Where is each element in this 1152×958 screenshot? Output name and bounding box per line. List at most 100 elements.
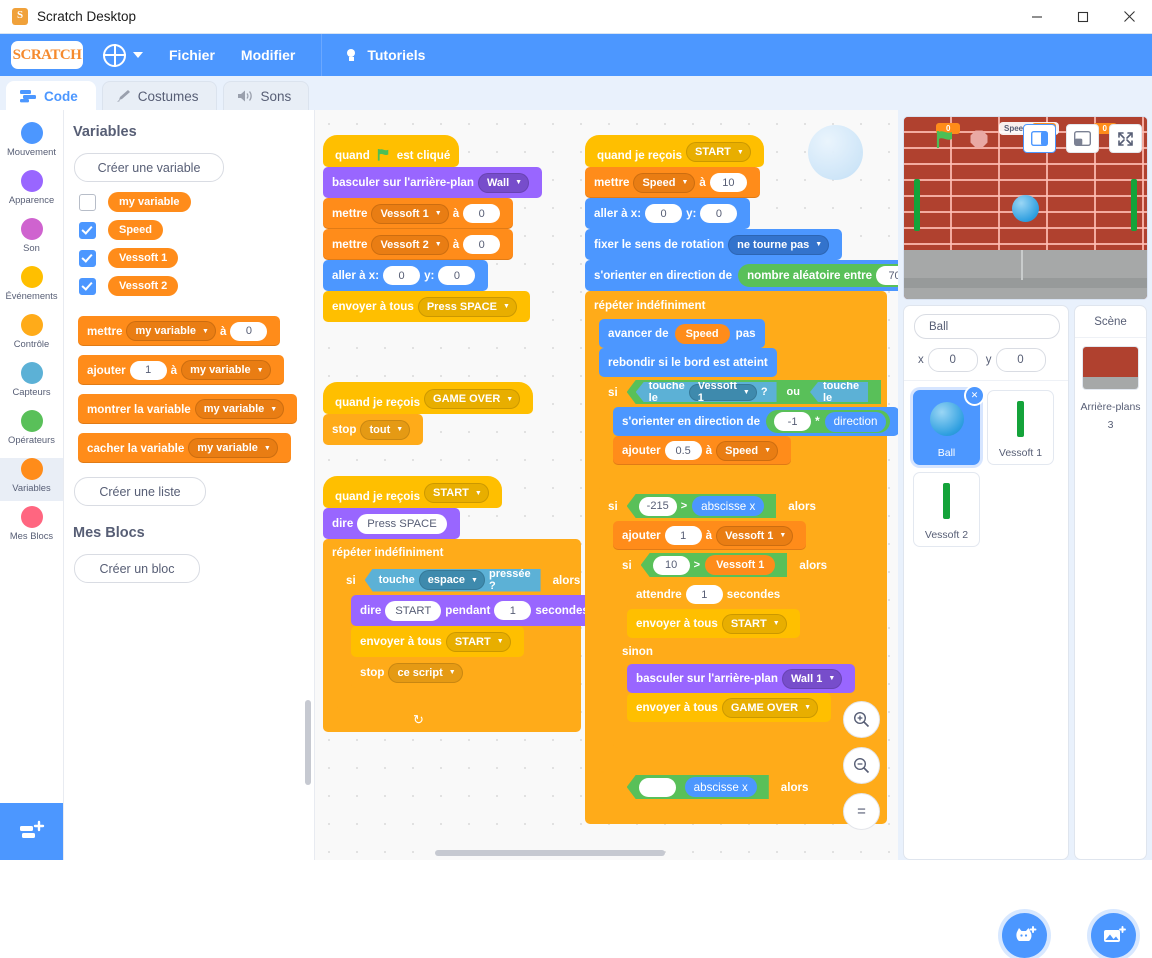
- variable-block-my-variable[interactable]: my variable: [108, 192, 191, 212]
- broadcast-dropdown[interactable]: START ▼: [721, 613, 787, 634]
- block-when-receive[interactable]: quand je reçois GAME OVER ▼: [323, 382, 534, 414]
- sprite-card-vessoft-1[interactable]: Vessoft 1: [987, 390, 1054, 465]
- category-operateurs[interactable]: Opérateurs: [0, 410, 63, 453]
- large-stage-button[interactable]: [1066, 124, 1099, 153]
- motion-reporter-x-position[interactable]: abscisse x: [692, 496, 765, 516]
- palette-variable-row[interactable]: Vessoft 1: [72, 248, 314, 268]
- rotation-style-dropdown[interactable]: ne tourne pas ▼: [728, 234, 830, 255]
- zoom-reset-button[interactable]: =: [843, 793, 880, 830]
- motion-reporter-direction[interactable]: direction: [824, 411, 887, 432]
- block-say[interactable]: dire Press SPACE: [323, 508, 460, 539]
- block-touching-vessoft1[interactable]: touche le Vessoft 1 ▼ ?: [635, 382, 777, 402]
- paddle-right-sprite[interactable]: [1131, 179, 1137, 231]
- value-input[interactable]: 10: [709, 173, 747, 192]
- stop-option-dropdown[interactable]: tout ▼: [360, 419, 411, 440]
- x-input[interactable]: 0: [927, 348, 978, 372]
- set-variable-dropdown[interactable]: my variable ▼: [126, 321, 216, 341]
- block-multiply[interactable]: -1 * direction: [766, 410, 891, 433]
- broadcast-dropdown[interactable]: START ▼: [445, 631, 511, 652]
- block-goto-xy[interactable]: aller à x: 0 y: 0: [323, 260, 489, 291]
- y-input[interactable]: 0: [995, 348, 1046, 372]
- block-change-speed[interactable]: ajouter 0.5 à Speed ▼: [613, 436, 792, 465]
- block-stop-all[interactable]: stop tout ▼: [323, 414, 424, 445]
- block-broadcast-start[interactable]: envoyer à tous START ▼: [351, 626, 524, 657]
- tab-sounds[interactable]: Sons: [222, 81, 310, 111]
- block-bounce-on-edge[interactable]: rebondir si le bord est atteint: [599, 348, 777, 377]
- sprite-card-vessoft-2[interactable]: Vessoft 2: [913, 472, 980, 547]
- category-evenements[interactable]: Événements: [0, 266, 63, 309]
- say-text-input[interactable]: Press SPACE: [357, 513, 447, 534]
- block-if-key-pressed[interactable]: si touche espace ▼ pressée ? alors dire …: [337, 565, 598, 710]
- show-variable-dropdown[interactable]: my variable ▼: [194, 399, 285, 419]
- variable-reporter-speed[interactable]: Speed: [674, 323, 730, 344]
- change-value-input[interactable]: 0.5: [664, 441, 702, 460]
- set-value-input[interactable]: 0: [230, 321, 268, 341]
- block-if-x-greater-than[interactable]: si abscisse x alors: [599, 772, 849, 802]
- block-wait-seconds[interactable]: attendre 1 secondes: [627, 580, 790, 609]
- goto-y-input[interactable]: 0: [700, 204, 738, 223]
- pick-random-from-input[interactable]: 70: [876, 266, 898, 285]
- palette-variable-row[interactable]: Vessoft 2: [72, 276, 314, 296]
- goto-x-input[interactable]: 0: [383, 266, 421, 285]
- stage-thumbnail[interactable]: [1082, 346, 1139, 390]
- block-broadcast-start[interactable]: envoyer à tous START ▼: [627, 609, 800, 638]
- variable-dropdown[interactable]: Speed ▼: [633, 172, 696, 193]
- category-mes-blocs[interactable]: Mes Blocs: [0, 506, 63, 549]
- tab-code[interactable]: Code: [6, 81, 96, 111]
- block-palette[interactable]: Variables Créer une variable my variable…: [64, 110, 315, 860]
- block-if-else-vessoft1[interactable]: si 10 > Vessoft 1 alors attendre 1 secon…: [613, 550, 856, 748]
- block-comparison[interactable]: abscisse x: [626, 775, 769, 799]
- broadcast-dropdown[interactable]: GAME OVER ▼: [721, 697, 819, 718]
- block-say-for-secs[interactable]: dire START pendant 1 secondes: [351, 595, 598, 626]
- stop-option-dropdown[interactable]: ce script ▼: [388, 662, 463, 683]
- palette-block-hide-variable[interactable]: cacher la variable my variable ▼: [78, 433, 291, 463]
- add-sprite-button[interactable]: [1002, 913, 1047, 958]
- maximize-button[interactable]: [1060, 0, 1106, 33]
- block-touching-second[interactable]: touche le: [810, 382, 869, 402]
- script-when-receive-game-over[interactable]: quand je reçois GAME OVER ▼ stop tout ▼: [323, 382, 534, 445]
- script-when-receive-start-prompt[interactable]: quand je reçois START ▼ dire Press SPACE…: [323, 476, 598, 732]
- menu-item-edit[interactable]: Modifier: [241, 47, 295, 63]
- tutorials-button[interactable]: Tutoriels: [342, 46, 425, 64]
- variable-checkbox[interactable]: [79, 277, 96, 295]
- block-stop-this-script[interactable]: stop ce script ▼: [351, 657, 476, 688]
- add-extension-button[interactable]: [0, 803, 63, 860]
- compare-left-input[interactable]: [638, 777, 676, 797]
- value-input[interactable]: 0: [463, 204, 501, 223]
- close-button[interactable]: [1106, 0, 1152, 33]
- multiply-left-input[interactable]: -1: [774, 412, 812, 431]
- block-forever[interactable]: répéter indéfiniment si touche espace ▼: [323, 539, 598, 732]
- palette-variable-row[interactable]: my variable: [72, 192, 314, 212]
- wait-secs-input[interactable]: 1: [685, 585, 723, 604]
- add-backdrop-button[interactable]: [1091, 913, 1136, 958]
- create-block-button[interactable]: Créer un bloc: [74, 554, 200, 583]
- block-point-in-direction-reverse[interactable]: s'orienter en direction de -1 * directio…: [613, 407, 898, 436]
- motion-reporter-x-position[interactable]: abscisse x: [684, 777, 757, 797]
- category-variables[interactable]: Variables: [0, 458, 63, 501]
- block-broadcast-press-space[interactable]: envoyer à tous Press SPACE ▼: [323, 291, 530, 322]
- message-dropdown[interactable]: GAME OVER ▼: [424, 389, 521, 409]
- category-mouvement[interactable]: Mouvement: [0, 122, 63, 165]
- fullscreen-button[interactable]: [1109, 124, 1142, 153]
- change-variable-dropdown[interactable]: my variable ▼: [181, 360, 271, 380]
- compare-left-input[interactable]: -215: [638, 496, 677, 516]
- block-goto-xy[interactable]: aller à x: 0 y: 0: [585, 198, 751, 229]
- stage-selector-panel[interactable]: Scène Arrière-plans 3: [1074, 305, 1147, 860]
- palette-variable-row[interactable]: Speed: [72, 220, 314, 240]
- change-value-input[interactable]: 1: [664, 526, 702, 545]
- create-list-button[interactable]: Créer une liste: [74, 477, 206, 506]
- broadcast-dropdown[interactable]: Press SPACE ▼: [417, 296, 517, 317]
- block-move-steps[interactable]: avancer de Speed pas: [599, 319, 765, 348]
- say-secs-input[interactable]: 1: [494, 601, 532, 620]
- variable-block-speed[interactable]: Speed: [108, 220, 164, 240]
- small-stage-button[interactable]: [1023, 124, 1056, 153]
- block-greater-than[interactable]: -215 > abscisse x: [626, 494, 777, 518]
- variable-reporter-vessoft1[interactable]: Vessoft 1: [705, 555, 776, 575]
- block-if-touching[interactable]: si touche le Vessoft 1 ▼ ? ou touche le …: [599, 377, 898, 491]
- block-if-x-less-than[interactable]: si -215 > abscisse x alors ajouter 1 à V…: [599, 491, 859, 772]
- change-value-input[interactable]: 1: [129, 360, 167, 380]
- variable-checkbox[interactable]: [79, 193, 96, 211]
- minimize-button[interactable]: [1014, 0, 1060, 33]
- backdrop-dropdown[interactable]: Wall 1 ▼: [781, 668, 843, 689]
- sprite-card-ball[interactable]: ✕ Ball: [913, 385, 985, 465]
